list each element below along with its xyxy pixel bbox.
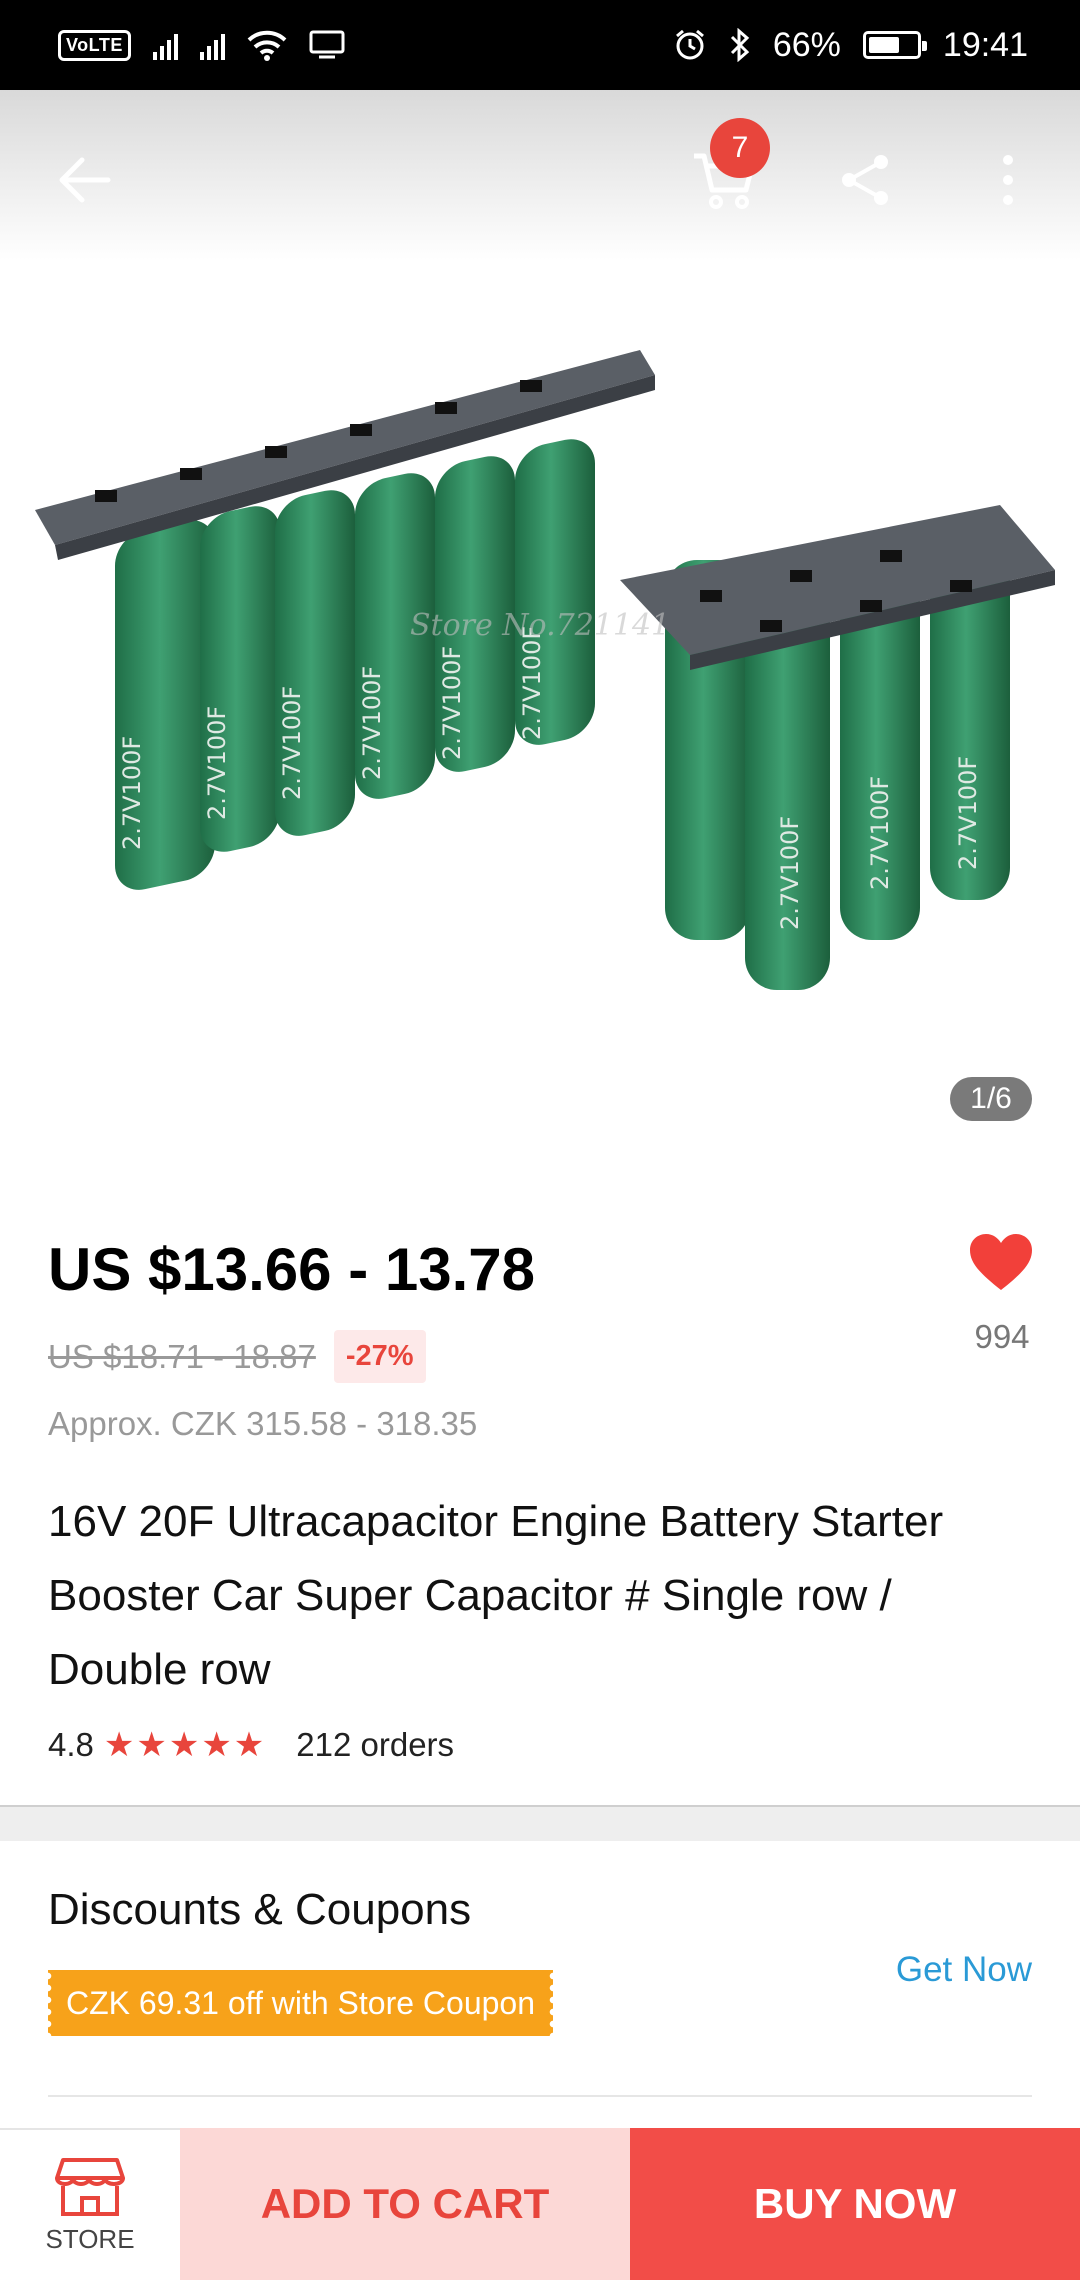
heart-icon <box>970 1234 1032 1290</box>
capacitor-label: 2.7V100F <box>776 816 804 930</box>
capacitor-label: 2.7V100F <box>358 666 386 780</box>
wishlist-count: 994 <box>974 1318 1030 1355</box>
coupon-label: CZK 69.31 off with Store Coupon <box>66 1984 536 2021</box>
buy-now-button[interactable]: BUY NOW <box>630 2128 1080 2280</box>
original-price: US $18.71 - 18.87 <box>48 1337 316 1375</box>
discount-badge: -27% <box>333 1330 426 1383</box>
store-coupon[interactable]: CZK 69.31 off with Store Coupon <box>48 1970 554 2036</box>
original-price-row: US $18.71 - 18.87 -27% <box>48 1330 426 1383</box>
capacitor-label: 2.7V100F <box>118 736 146 850</box>
capacitor-label: 2.7V100F <box>866 776 894 890</box>
discounts-title: Discounts & Coupons <box>48 1885 472 1934</box>
price: US $13.66 - 13.78 <box>48 1236 536 1303</box>
wishlist-button[interactable] <box>968 1232 1038 1297</box>
capacitor-label: 2.7V100F <box>438 646 466 760</box>
battery-icon <box>862 31 927 59</box>
more-vertical-icon <box>1003 155 1013 205</box>
status-bar: VoLTE 66% 19:41 <box>0 0 1080 90</box>
add-to-cart-button[interactable]: ADD TO CART <box>180 2128 630 2280</box>
capacitor-label: 2.7V100F <box>954 756 982 870</box>
store-label: STORE <box>45 2223 135 2254</box>
image-counter: 1/6 <box>950 1077 1032 1121</box>
orders-count: 212 orders <box>296 1726 455 1763</box>
section-divider <box>0 1805 1080 1841</box>
volte-icon: VoLTE <box>58 29 131 61</box>
clock: 19:41 <box>942 25 1028 64</box>
status-right: 66% 19:41 <box>673 26 1028 65</box>
wifi-icon <box>247 30 287 61</box>
battery-percent: 66% <box>772 25 841 64</box>
cart-count-badge: 7 <box>710 118 770 178</box>
store-button[interactable]: STORE <box>0 2128 180 2280</box>
signal-icon <box>152 30 178 60</box>
get-now-link[interactable]: Get Now <box>896 1950 1032 1990</box>
cast-icon <box>309 30 345 59</box>
double-row-capacitor-module: 2.7V100F 2.7V100F 2.7V100F <box>620 505 1055 990</box>
divider <box>48 2095 1032 2097</box>
top-nav <box>0 90 1080 260</box>
signal-icon <box>199 30 225 60</box>
capacitor-label: 2.7V100F <box>278 686 306 800</box>
back-button[interactable] <box>44 140 124 220</box>
rating-value: 4.8 <box>48 1726 94 1763</box>
star-rating-icon: ★★★★★ <box>103 1726 267 1764</box>
approx-price: Approx. CZK 315.58 - 318.35 <box>48 1405 478 1442</box>
store-icon <box>55 2157 125 2216</box>
alarm-icon <box>675 29 704 60</box>
bluetooth-icon <box>730 28 750 62</box>
back-arrow-icon <box>59 157 111 203</box>
rating-row[interactable]: 4.8 ★★★★★ 212 orders <box>48 1725 454 1765</box>
share-icon <box>842 155 888 205</box>
bottom-action-bar: STORE ADD TO CART BUY NOW <box>0 2128 1080 2280</box>
capacitor-label: 2.7V100F <box>203 706 231 820</box>
status-left: VoLTE <box>58 29 345 61</box>
store-watermark: Store No.721141 <box>410 608 670 643</box>
more-options-button[interactable] <box>968 140 1048 220</box>
share-button[interactable] <box>825 140 905 220</box>
product-title: 16V 20F Ultracapacitor Engine Battery St… <box>48 1497 944 1694</box>
